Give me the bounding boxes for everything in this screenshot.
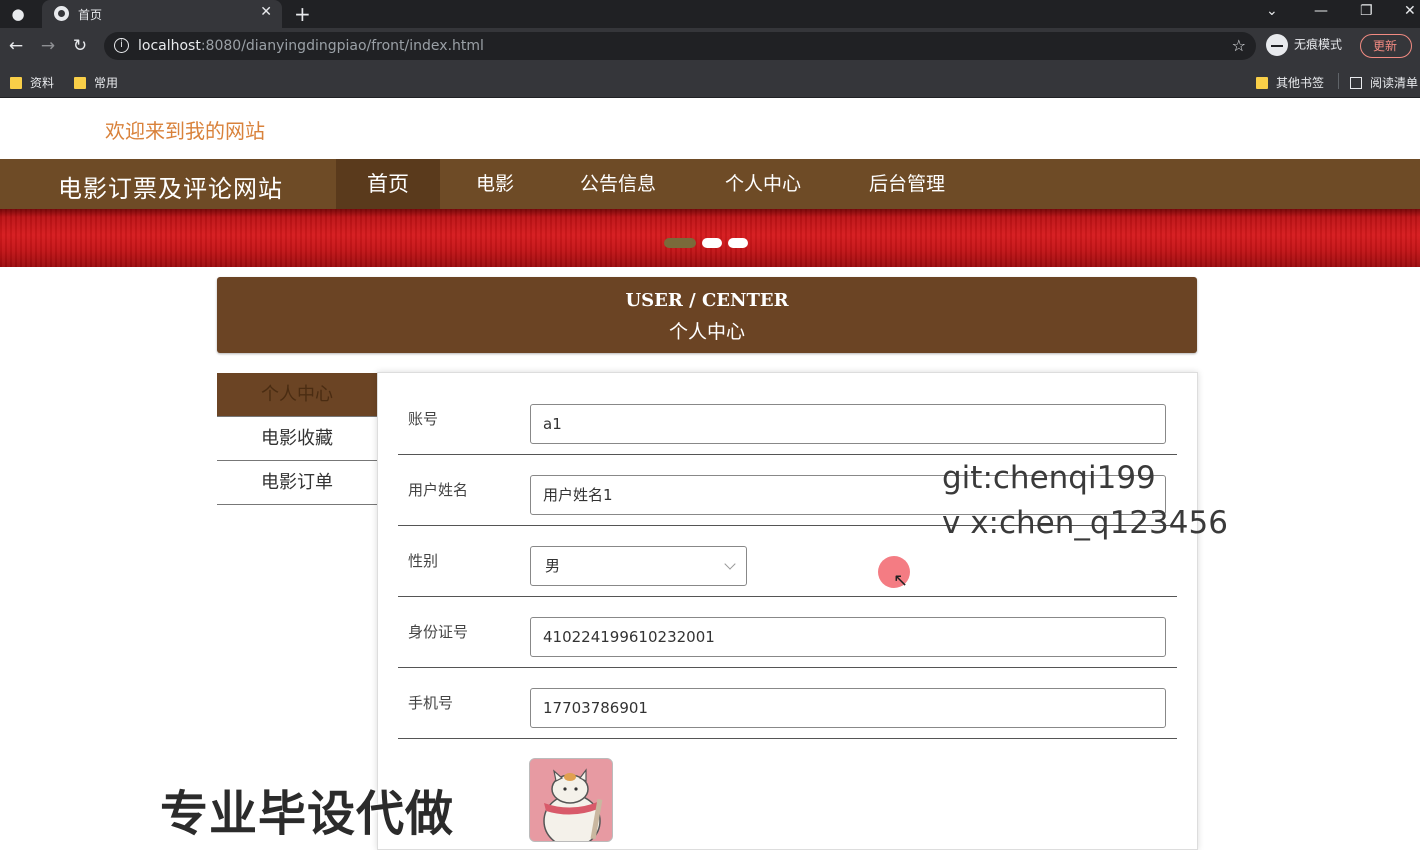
name-label: 用户姓名 (408, 481, 469, 499)
browser-menu-icon[interactable]: ● (8, 4, 28, 24)
update-label: 更新 (1373, 39, 1398, 53)
cartoon-cat-avatar (530, 759, 612, 841)
welcome-text: 欢迎来到我的网站 (105, 119, 265, 143)
minimize-icon[interactable]: — (1314, 3, 1328, 19)
folder-icon (74, 77, 86, 89)
nav-admin[interactable]: 后台管理 (848, 159, 966, 209)
watermark-git: git:chenqi199 (942, 460, 1156, 496)
welcome-strip: 欢迎来到我的网站 (0, 98, 1420, 159)
watermark-promo: 专业毕设代做 (160, 786, 455, 842)
url-text[interactable]: localhost:8080/dianyingdingpiao/front/in… (138, 38, 484, 54)
user-side-menu: 个人中心 电影收藏 电影订单 (217, 373, 377, 505)
user-center-title-en: USER / CENTER (625, 290, 789, 311)
bookmarks-bar: 资料 常用 其他书签 阅读清单 (0, 64, 1420, 98)
profile-form: 账号 a1 用户姓名 用户姓名1 性别 男 身份证号 4102241996102… (377, 372, 1198, 850)
carousel-dot-2[interactable] (702, 238, 722, 248)
phone-label: 手机号 (408, 694, 454, 712)
avatar-image[interactable] (529, 758, 613, 842)
address-bar: ← → ↻ i localhost:8080/dianyingdingpiao/… (0, 28, 1420, 64)
bookmark-label: 常用 (94, 76, 119, 90)
incognito-indicator[interactable]: 无痕模式 (1266, 34, 1342, 58)
account-label: 账号 (408, 410, 439, 428)
restore-icon[interactable]: ❐ (1360, 3, 1373, 19)
bookmark-label: 资料 (30, 76, 55, 90)
tab-title: 首页 (78, 8, 103, 22)
main-navbar: 电影订票及评论网站 首页 电影 公告信息 个人中心 后台管理 (0, 159, 1420, 209)
gender-label: 性别 (408, 552, 439, 570)
incognito-label: 无痕模式 (1294, 37, 1343, 52)
form-row-phone: 手机号 17703786901 (398, 668, 1177, 739)
window-close-icon[interactable]: ✕ (1404, 3, 1416, 19)
site-title: 电影订票及评论网站 (58, 175, 283, 203)
globe-icon (54, 6, 69, 21)
chevron-down-icon (724, 558, 736, 570)
bookmark-label: 其他书签 (1276, 76, 1325, 90)
info-icon[interactable]: i (114, 38, 129, 53)
folder-icon (1256, 77, 1268, 89)
mouse-pointer-icon: ↖ (893, 570, 909, 591)
browser-tab[interactable]: 首页 ✕ (42, 0, 282, 28)
nav-user-center[interactable]: 个人中心 (704, 159, 822, 209)
reading-list-icon (1350, 77, 1362, 89)
gender-value: 男 (545, 557, 561, 575)
bookmark-label: 阅读清单 (1370, 76, 1419, 90)
close-icon[interactable]: ✕ (260, 4, 272, 20)
forward-arrow-icon[interactable]: → (38, 36, 58, 56)
tab-search-icon[interactable]: ⌄ (1266, 3, 1278, 19)
browser-tab-bar: ● 首页 ✕ + ⌄ — ❐ ✕ (0, 0, 1420, 28)
back-arrow-icon[interactable]: ← (6, 36, 26, 56)
side-item-profile[interactable]: 个人中心 (217, 373, 377, 417)
form-row-account: 账号 a1 (398, 384, 1177, 455)
nav-notices[interactable]: 公告信息 (560, 159, 676, 209)
bookmark-folder-changyong[interactable]: 常用 (74, 74, 118, 91)
banner-carousel (0, 209, 1420, 267)
phone-input[interactable]: 17703786901 (530, 688, 1166, 728)
update-button[interactable]: 更新 (1360, 34, 1412, 58)
gender-select[interactable]: 男 (530, 546, 747, 586)
idcard-label: 身份证号 (408, 623, 469, 641)
folder-icon (10, 77, 22, 89)
nav-movies[interactable]: 电影 (452, 159, 538, 209)
reading-list[interactable]: 阅读清单 (1350, 74, 1418, 91)
incognito-icon (1266, 34, 1288, 56)
side-item-favorites[interactable]: 电影收藏 (217, 417, 377, 461)
nav-home[interactable]: 首页 (336, 159, 440, 209)
reload-icon[interactable]: ↻ (70, 36, 90, 56)
carousel-dot-1[interactable] (664, 238, 696, 248)
carousel-dot-3[interactable] (728, 238, 748, 248)
bookmark-star-icon[interactable]: ☆ (1232, 36, 1246, 55)
bookmark-folder-ziliao[interactable]: 资料 (10, 74, 54, 91)
bookmark-separator (1338, 73, 1339, 89)
watermark-wechat: v x:chen_q123456 (942, 505, 1228, 541)
idcard-input[interactable]: 410224199610232001 (530, 617, 1166, 657)
bookmark-folder-other[interactable]: 其他书签 (1256, 74, 1324, 91)
user-center-header: USER / CENTER 个人中心 (217, 277, 1197, 353)
omnibox[interactable]: i localhost:8080/dianyingdingpiao/front/… (104, 32, 1256, 60)
side-item-orders[interactable]: 电影订单 (217, 461, 377, 505)
account-input[interactable]: a1 (530, 404, 1166, 444)
form-row-idcard: 身份证号 410224199610232001 (398, 597, 1177, 668)
user-center-title-zh: 个人中心 (668, 321, 745, 343)
new-tab-button[interactable]: + (294, 2, 311, 26)
